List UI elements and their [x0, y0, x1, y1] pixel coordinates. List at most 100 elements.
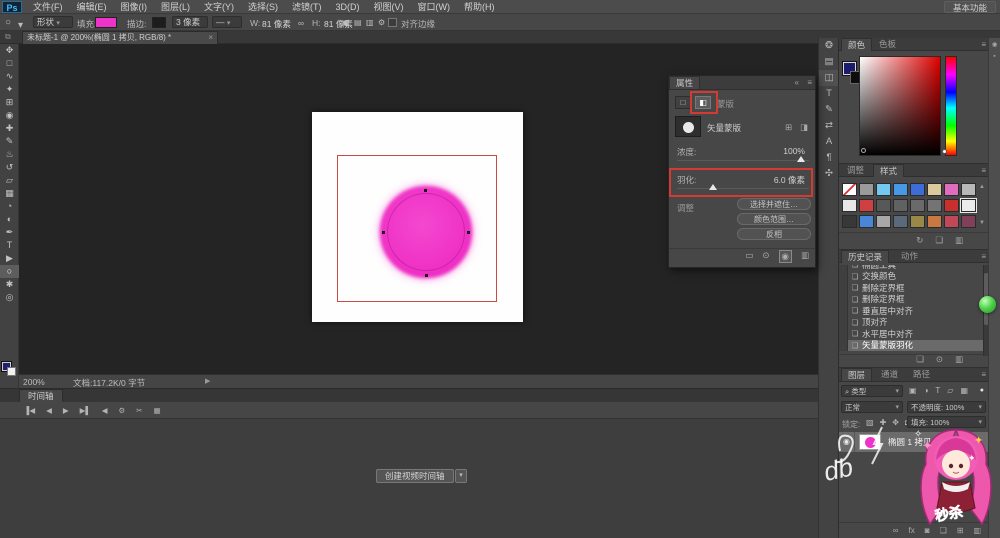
- background-color-swatch[interactable]: [7, 367, 16, 376]
- style-swatch[interactable]: [927, 215, 942, 228]
- tool-preset-icon[interactable]: ○: [5, 17, 11, 28]
- history-source-checkbox[interactable]: [839, 340, 848, 352]
- path-arrangement-icon[interactable]: ▥: [366, 17, 374, 28]
- character-styles-icon[interactable]: T: [819, 86, 839, 102]
- style-swatch[interactable]: [961, 215, 976, 228]
- anchor-point-bottom[interactable]: [425, 274, 428, 277]
- audio-icon[interactable]: ◀: [102, 406, 108, 415]
- type-tool[interactable]: T: [0, 239, 19, 252]
- history-state-row[interactable]: ❏删除定界框: [839, 294, 983, 306]
- history-brush-tool[interactable]: ↺: [0, 161, 19, 174]
- stroke-color-swatch[interactable]: [152, 17, 166, 28]
- crop-tool[interactable]: ⊞: [0, 96, 19, 109]
- path-operations-icon[interactable]: ▣: [342, 17, 350, 28]
- scroll-up-icon[interactable]: ▲: [979, 184, 985, 190]
- flower-icon[interactable]: ❀: [989, 41, 1000, 49]
- style-swatch[interactable]: [910, 183, 925, 196]
- adjustments-icon[interactable]: ❂: [819, 38, 839, 54]
- style-swatch[interactable]: [910, 199, 925, 212]
- link-dimensions-icon[interactable]: ∞: [298, 18, 304, 28]
- transition-icon[interactable]: ▦: [154, 406, 161, 415]
- menu-item[interactable]: 编辑(E): [70, 0, 114, 14]
- history-source-checkbox[interactable]: [839, 271, 848, 283]
- filter-adjustment-icon[interactable]: ◑: [924, 386, 929, 395]
- style-swatch[interactable]: [961, 183, 976, 196]
- dodge-tool[interactable]: ◐: [0, 213, 19, 226]
- lock-paint-icon[interactable]: ✚: [880, 418, 887, 427]
- tab-swatches[interactable]: 色板: [873, 38, 902, 51]
- workspace-switcher-button[interactable]: 基本功能: [944, 1, 996, 13]
- gear-icon[interactable]: ⚙: [378, 17, 385, 28]
- next-frame-icon[interactable]: ▶▌: [80, 406, 91, 415]
- history-source-checkbox[interactable]: [839, 305, 848, 317]
- link-layers-icon[interactable]: ∞: [893, 526, 899, 535]
- pen-tool[interactable]: ✒: [0, 226, 19, 239]
- close-tab-icon[interactable]: ×: [208, 32, 213, 44]
- style-swatch[interactable]: [876, 199, 891, 212]
- create-video-timeline-button[interactable]: 创建视频时间轴: [376, 469, 454, 483]
- settings-icon[interactable]: ⚙: [119, 406, 126, 415]
- history-state-row[interactable]: ❏删除定界框: [839, 282, 983, 294]
- tab-color[interactable]: 颜色: [841, 38, 872, 51]
- mask-invert-icon[interactable]: ◨: [800, 122, 808, 133]
- density-slider-knob[interactable]: [797, 156, 805, 162]
- menu-item[interactable]: 帮助(H): [457, 0, 502, 14]
- color-marker[interactable]: [861, 148, 866, 153]
- style-swatch[interactable]: [842, 183, 857, 196]
- snapshot-camera-icon[interactable]: ⊙: [936, 354, 943, 365]
- pixel-mask-button[interactable]: □: [675, 96, 691, 109]
- feather-value[interactable]: 6.0 像素: [774, 174, 805, 186]
- tab-adjustments[interactable]: 调整: [841, 164, 870, 177]
- lock-position-icon[interactable]: ✥: [892, 418, 899, 427]
- window-arrange-icon[interactable]: ⧉: [5, 32, 11, 42]
- style-swatch[interactable]: [859, 183, 874, 196]
- filter-pixel-icon[interactable]: ▣: [909, 386, 917, 395]
- scroll-down-icon[interactable]: ▼: [979, 220, 985, 226]
- play-icon[interactable]: ▶: [63, 406, 69, 415]
- hand-tool[interactable]: ✱: [0, 278, 19, 291]
- character-icon[interactable]: A: [819, 134, 839, 150]
- tool-preset-caret-icon[interactable]: ▾: [18, 20, 23, 31]
- menu-item[interactable]: 图层(L): [154, 0, 197, 14]
- quick-select-tool[interactable]: ✦: [0, 83, 19, 96]
- anchor-point-top[interactable]: [424, 189, 427, 192]
- blur-tool[interactable]: ◔: [0, 200, 19, 213]
- menu-item[interactable]: 选择(S): [241, 0, 285, 14]
- mask-visibility-icon[interactable]: ◉: [779, 250, 792, 263]
- document-tab[interactable]: 未标题-1 @ 200%(椭圆 1 拷贝, RGB/8) *×: [22, 31, 218, 44]
- create-timeline-caret-icon[interactable]: ▾: [455, 469, 467, 483]
- style-swatch[interactable]: [910, 215, 925, 228]
- style-swatch[interactable]: [944, 199, 959, 212]
- new-doc-from-state-icon[interactable]: ❏: [916, 354, 924, 365]
- panel-menu-icon[interactable]: ≡: [981, 166, 986, 175]
- zoom-tool[interactable]: ◎: [0, 291, 19, 304]
- align-edges-checkbox[interactable]: [388, 18, 397, 27]
- tab-layers[interactable]: 图层: [841, 368, 872, 381]
- glyphs-icon[interactable]: ✣: [819, 166, 839, 182]
- filter-toggle-icon[interactable]: ●: [980, 387, 984, 394]
- style-swatch[interactable]: [842, 215, 857, 228]
- levels-icon[interactable]: ◫: [819, 70, 839, 86]
- mask-button-0[interactable]: 选择并遮住…: [737, 198, 811, 210]
- filter-type-icon[interactable]: T: [935, 386, 940, 395]
- zoom-level[interactable]: 200%: [23, 377, 45, 387]
- style-swatch[interactable]: [842, 199, 857, 212]
- blend-mode-dropdown[interactable]: 正常▾: [841, 401, 903, 413]
- status-arrow-icon[interactable]: ▶: [205, 377, 210, 385]
- style-swatch[interactable]: [876, 183, 891, 196]
- mask-button-2[interactable]: 反相: [737, 228, 811, 240]
- filter-smartobject-icon[interactable]: ▦: [960, 386, 968, 395]
- density-slider[interactable]: [677, 160, 809, 161]
- mask-button-1[interactable]: 颜色范围…: [737, 213, 811, 225]
- eraser-tool[interactable]: ▱: [0, 174, 19, 187]
- history-source-checkbox[interactable]: [839, 328, 848, 340]
- vector-mask-button[interactable]: ◧: [695, 96, 711, 109]
- lasso-tool[interactable]: ∿: [0, 70, 19, 83]
- panel-menu-icon[interactable]: ≡: [981, 40, 986, 49]
- filter-shape-icon[interactable]: ▱: [947, 386, 953, 395]
- feather-slider-knob[interactable]: [709, 184, 717, 190]
- style-swatch[interactable]: [876, 215, 891, 228]
- style-swatch[interactable]: [859, 215, 874, 228]
- style-swatch[interactable]: [961, 199, 976, 212]
- document-canvas[interactable]: [312, 112, 523, 322]
